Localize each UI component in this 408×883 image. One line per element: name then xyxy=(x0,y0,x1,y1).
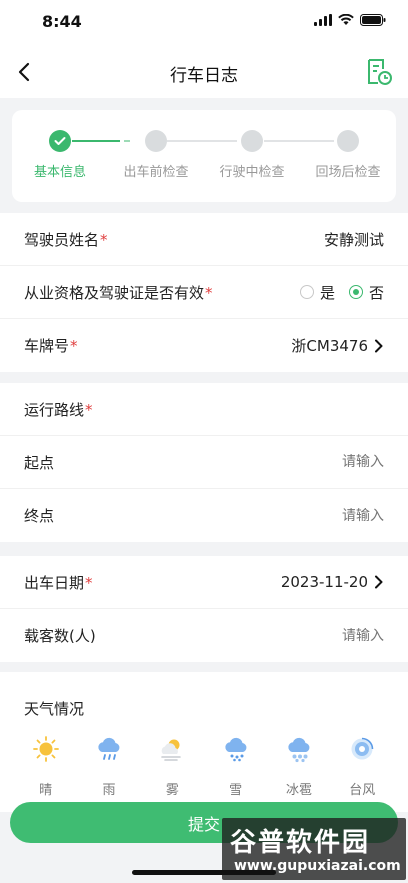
document-clock-icon xyxy=(368,59,392,85)
radio-no-label[interactable]: 否 xyxy=(369,282,384,303)
plate-row[interactable]: 车牌号* 浙CM3476 xyxy=(0,319,408,372)
route-group: 运行路线* 起点 终点 xyxy=(0,383,408,542)
signal-icon xyxy=(314,14,332,26)
radio-yes-label[interactable]: 是 xyxy=(320,282,335,303)
step-label: 基本信息 xyxy=(33,165,86,180)
driver-name-row: 驾驶员姓名* 安静测试 xyxy=(0,213,408,266)
weather-snow[interactable]: 雪 xyxy=(204,735,267,798)
passengers-row: 载客数(人) xyxy=(0,609,408,662)
required-mark: * xyxy=(85,400,93,419)
step-driving-check[interactable]: 行驶中检查 xyxy=(204,130,300,180)
trip-group: 出车日期* 2023-11-20 载客数(人) xyxy=(0,556,408,662)
route-title-row: 运行路线* xyxy=(0,383,408,436)
weather-title: 天气情况 xyxy=(24,700,85,718)
watermark-main: 谷普软件园 xyxy=(230,828,371,858)
weather-label: 雾 xyxy=(165,783,179,798)
weather-label: 台风 xyxy=(349,783,376,798)
step-label: 行驶中检查 xyxy=(219,165,285,180)
plate-value[interactable]: 浙CM3476 xyxy=(291,335,384,356)
weather-hail[interactable]: 冰雹 xyxy=(267,735,330,798)
snow-icon xyxy=(224,737,247,762)
weather-sunny[interactable]: 晴 xyxy=(14,735,77,798)
driver-name-label: 驾驶员姓名* xyxy=(24,230,108,249)
license-valid-row: 从业资格及驾驶证是否有效* 是 否 xyxy=(0,266,408,319)
status-time: 8:44 xyxy=(42,12,82,31)
hail-icon xyxy=(288,737,310,763)
radio-no[interactable] xyxy=(348,285,363,299)
required-mark: * xyxy=(85,573,93,592)
log-history-button[interactable] xyxy=(364,57,394,87)
wifi-icon xyxy=(338,14,354,25)
end-point-input[interactable] xyxy=(264,507,384,524)
start-point-label: 起点 xyxy=(24,453,55,472)
step-dot xyxy=(145,130,167,152)
departure-date-row[interactable]: 出车日期* 2023-11-20 xyxy=(0,556,408,609)
weather-group: 天气情况 晴 雨 雾 雪 冰雹 台风 xyxy=(0,672,408,812)
end-point-row: 终点 xyxy=(0,489,408,542)
departure-date-label: 出车日期* xyxy=(24,573,93,592)
nav-bar: 行车日志 xyxy=(0,46,408,98)
weather-label: 冰雹 xyxy=(285,783,312,798)
page-title: 行车日志 xyxy=(170,66,238,86)
plate-label: 车牌号* xyxy=(24,337,78,355)
weather-label: 雨 xyxy=(102,783,116,798)
driver-info-group: 驾驶员姓名* 安静测试 从业资格及驾驶证是否有效* 是 否 车牌号* 浙CM34… xyxy=(0,213,408,372)
rain-icon xyxy=(98,737,120,760)
route-title-label: 运行路线* xyxy=(24,400,93,419)
required-mark: * xyxy=(100,230,108,249)
step-label: 回场后检查 xyxy=(315,165,381,180)
license-radio-group: 是 否 xyxy=(299,282,384,303)
step-dot xyxy=(49,130,71,152)
weather-label: 晴 xyxy=(39,783,53,798)
start-point-row: 起点 xyxy=(0,436,408,489)
weather-typhoon[interactable]: 台风 xyxy=(331,735,394,798)
departure-date-value[interactable]: 2023-11-20 xyxy=(281,573,384,591)
chevron-right-icon xyxy=(375,575,383,589)
required-mark: * xyxy=(70,337,78,355)
weather-label: 雪 xyxy=(229,783,243,798)
weather-rain[interactable]: 雨 xyxy=(77,735,140,798)
fog-icon xyxy=(161,739,182,761)
status-icons xyxy=(314,14,386,26)
typhoon-icon xyxy=(351,737,374,760)
step-label: 出车前检查 xyxy=(123,165,189,180)
step-dot xyxy=(337,130,359,152)
start-point-input[interactable] xyxy=(264,454,384,470)
status-bar: 8:44 xyxy=(0,0,408,46)
check-icon xyxy=(54,137,66,145)
radio-yes[interactable] xyxy=(299,285,314,299)
step-progress: 基本信息 出车前检查 行驶中检查 回场后检查 xyxy=(12,110,396,202)
driver-name-value: 安静测试 xyxy=(323,230,384,249)
home-indicator xyxy=(132,870,276,875)
step-dot xyxy=(241,130,263,152)
passengers-input[interactable] xyxy=(264,627,384,644)
chevron-right-icon xyxy=(375,339,383,352)
step-basic-info[interactable]: 基本信息 xyxy=(12,130,108,180)
weather-fog[interactable]: 雾 xyxy=(141,735,204,798)
required-mark: * xyxy=(205,283,213,302)
step-return-check[interactable]: 回场后检查 xyxy=(300,130,396,180)
sunny-icon xyxy=(32,736,59,762)
passengers-label: 载客数(人) xyxy=(24,627,96,645)
step-pre-departure-check[interactable]: 出车前检查 xyxy=(108,130,204,180)
license-valid-label: 从业资格及驾驶证是否有效* xyxy=(24,283,213,302)
battery-icon xyxy=(360,14,386,26)
weather-list: 晴 雨 雾 雪 冰雹 台风 xyxy=(0,719,408,798)
end-point-label: 终点 xyxy=(24,507,55,525)
